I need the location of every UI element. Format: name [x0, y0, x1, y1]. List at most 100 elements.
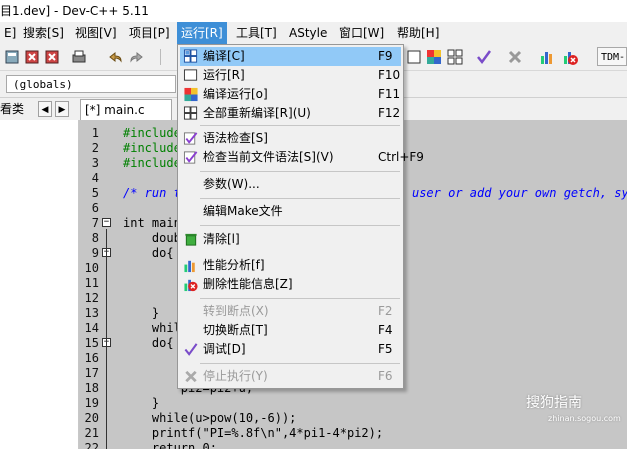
- close-file-icon[interactable]: [44, 48, 62, 66]
- fold-guide: [106, 349, 107, 407]
- run-menu-item[interactable]: 检查当前文件语法[S](V) Ctrl+F9: [180, 148, 424, 167]
- run-menu-item[interactable]: 参数(W)...: [180, 175, 401, 194]
- run-menu-item[interactable]: 语法检查[S]: [180, 129, 401, 148]
- code-text: int main: [123, 216, 181, 230]
- code-text: }: [123, 306, 160, 320]
- tab-main-c[interactable]: [*] main.c: [80, 99, 172, 120]
- syntax-check-icon: [183, 132, 198, 145]
- line-number: 19: [84, 396, 99, 410]
- run-menu-item[interactable]: 调试[D] F5: [180, 340, 401, 359]
- delete-profile-toolbar-icon[interactable]: [561, 48, 579, 66]
- close-all-icon[interactable]: [24, 48, 42, 66]
- code-text: #include: [123, 126, 181, 140]
- open-project-icon[interactable]: [4, 48, 22, 66]
- run-menu-item-shortcut: F2: [378, 304, 393, 318]
- run-menu-item[interactable]: 性能分析[f]: [180, 256, 401, 275]
- run-menu-item-label: 编辑Make文件: [203, 204, 283, 218]
- line-number: 7: [91, 216, 99, 230]
- code-line[interactable]: 20 while(u>pow(10,-6));: [79, 411, 627, 426]
- run-menu-item-shortcut: F10: [378, 68, 401, 82]
- run-menu-item[interactable]: 清除[l]: [180, 230, 401, 249]
- fold-toggle-icon[interactable]: −: [102, 218, 111, 227]
- run-menu-item-shortcut: Ctrl+F9: [378, 150, 424, 164]
- line-number: 22: [84, 441, 99, 449]
- line-number: 15: [84, 336, 99, 350]
- run-menu-item-label: 清除[l]: [203, 232, 240, 246]
- menu-astyle[interactable]: AStyle: [285, 22, 331, 44]
- code-text: #include: [123, 141, 181, 155]
- line-number: 1: [91, 126, 99, 140]
- code-text: do{: [123, 336, 174, 350]
- run-menu-item: 转到断点(X) F2: [180, 302, 401, 321]
- menu-tools[interactable]: 工具[T]: [232, 22, 281, 44]
- profile-icon: [184, 260, 195, 273]
- menu-window[interactable]: 窗口[W]: [335, 22, 388, 44]
- code-text: while(u>pow(10,-6));: [123, 411, 297, 425]
- menu-separator: [200, 363, 400, 364]
- line-number: 14: [84, 321, 99, 335]
- rebuild-toolbar-icon[interactable]: [446, 48, 464, 66]
- run-menu-item[interactable]: 编辑Make文件: [180, 202, 401, 221]
- run-menu-item: 停止执行(Y) F6: [180, 367, 401, 386]
- run-menu-item-label: 编译[C]: [203, 49, 245, 63]
- line-number: 2: [91, 141, 99, 155]
- run-menu-item-label: 性能分析[f]: [203, 258, 265, 272]
- code-line[interactable]: 21 printf("PI=%.8f\n",4*pi1-4*pi2);: [79, 426, 627, 441]
- tab-scroll-right-icon[interactable]: ▶: [55, 101, 69, 117]
- redo-icon[interactable]: [128, 48, 146, 66]
- menu-run[interactable]: 运行[R]: [177, 22, 227, 44]
- line-number: 16: [84, 351, 99, 365]
- run-menu-item-label: 调试[D]: [203, 342, 246, 356]
- stop-toolbar-icon[interactable]: [506, 48, 524, 66]
- run-menu-item-label: 停止执行(Y): [203, 369, 268, 383]
- watermark-brand: 搜狗指南: [526, 395, 582, 411]
- undo-icon[interactable]: [106, 48, 124, 66]
- code-text: doub: [123, 231, 181, 245]
- menu-separator: [200, 225, 400, 226]
- run-menu-item-shortcut: F5: [378, 342, 393, 356]
- line-number: 18: [84, 381, 99, 395]
- line-number: 9: [91, 246, 99, 260]
- menu-separator: [200, 125, 400, 126]
- run-menu-item-label: 全部重新编译[R](U): [203, 106, 311, 120]
- run-menu-item-label: 编译运行[o]: [203, 87, 268, 101]
- profile-toolbar-icon[interactable]: [538, 48, 556, 66]
- watermark-url: zhinan.sogou.com: [548, 414, 621, 423]
- check-toolbar-icon[interactable]: [475, 48, 493, 66]
- run-menu-item[interactable]: 编译运行[o] F11: [180, 85, 401, 104]
- print-icon[interactable]: [70, 48, 88, 66]
- menu-search[interactable]: 搜索[S]: [19, 22, 68, 44]
- run-menu-item[interactable]: 切换断点[T] F4: [180, 321, 401, 340]
- code-text: whil: [123, 321, 181, 335]
- tab-scroll-left-icon[interactable]: ◀: [38, 101, 52, 117]
- menu-edit[interactable]: E]: [0, 22, 20, 44]
- rebuild-all-icon: [183, 106, 198, 120]
- run-menu-item[interactable]: 运行[R] F10: [180, 66, 401, 85]
- delete-profile-icon: [184, 279, 198, 292]
- run-menu-item-shortcut: F4: [378, 323, 393, 337]
- menu-help[interactable]: 帮助[H]: [393, 22, 443, 44]
- run-menu-item[interactable]: 编译[C] F9: [180, 47, 401, 66]
- menu-project[interactable]: 项目[P]: [125, 22, 174, 44]
- grid-icon[interactable]: [405, 48, 423, 66]
- compile-run-toolbar-icon[interactable]: [425, 48, 443, 66]
- line-number: 12: [84, 291, 99, 305]
- menu-view[interactable]: 视图[V]: [71, 22, 121, 44]
- run-menu-item-label: 运行[R]: [203, 68, 245, 82]
- window-title: 目1.dev] - Dev-C++ 5.11: [0, 0, 627, 22]
- class-browser-tab[interactable]: 看类: [0, 101, 24, 117]
- line-number: 8: [91, 231, 99, 245]
- compiler-select[interactable]: TDM-: [597, 47, 627, 66]
- code-line[interactable]: 22 return 0;: [79, 441, 627, 449]
- run-menu-item[interactable]: 全部重新编译[R](U) F12: [180, 104, 401, 123]
- line-number: 10: [84, 261, 99, 275]
- toolbar-separator-icon: [160, 49, 161, 65]
- run-menu-item[interactable]: 删除性能信息[Z]: [180, 275, 401, 294]
- compile-icon: [183, 49, 198, 63]
- line-number: 11: [84, 276, 99, 290]
- run-menu-item-shortcut: F6: [378, 369, 393, 383]
- debug-icon: [184, 343, 198, 356]
- run-menu-item-shortcut: F12: [378, 106, 401, 120]
- run-menu-item-label: 语法检查[S]: [203, 131, 268, 145]
- scope-select[interactable]: (globals): [6, 75, 176, 93]
